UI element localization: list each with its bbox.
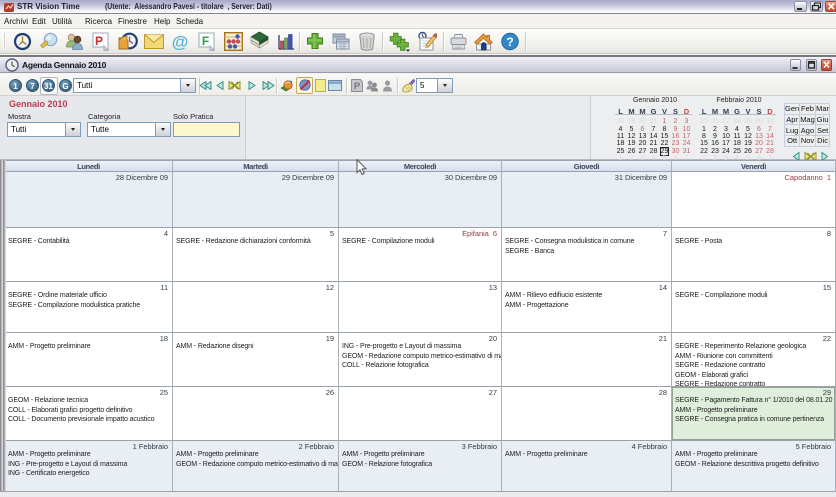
svg-text:P: P — [95, 34, 103, 48]
svg-text:P: P — [354, 81, 361, 92]
svg-text:F: F — [202, 34, 209, 48]
svg-text:@: @ — [172, 33, 189, 52]
svg-text:?: ? — [506, 35, 513, 49]
